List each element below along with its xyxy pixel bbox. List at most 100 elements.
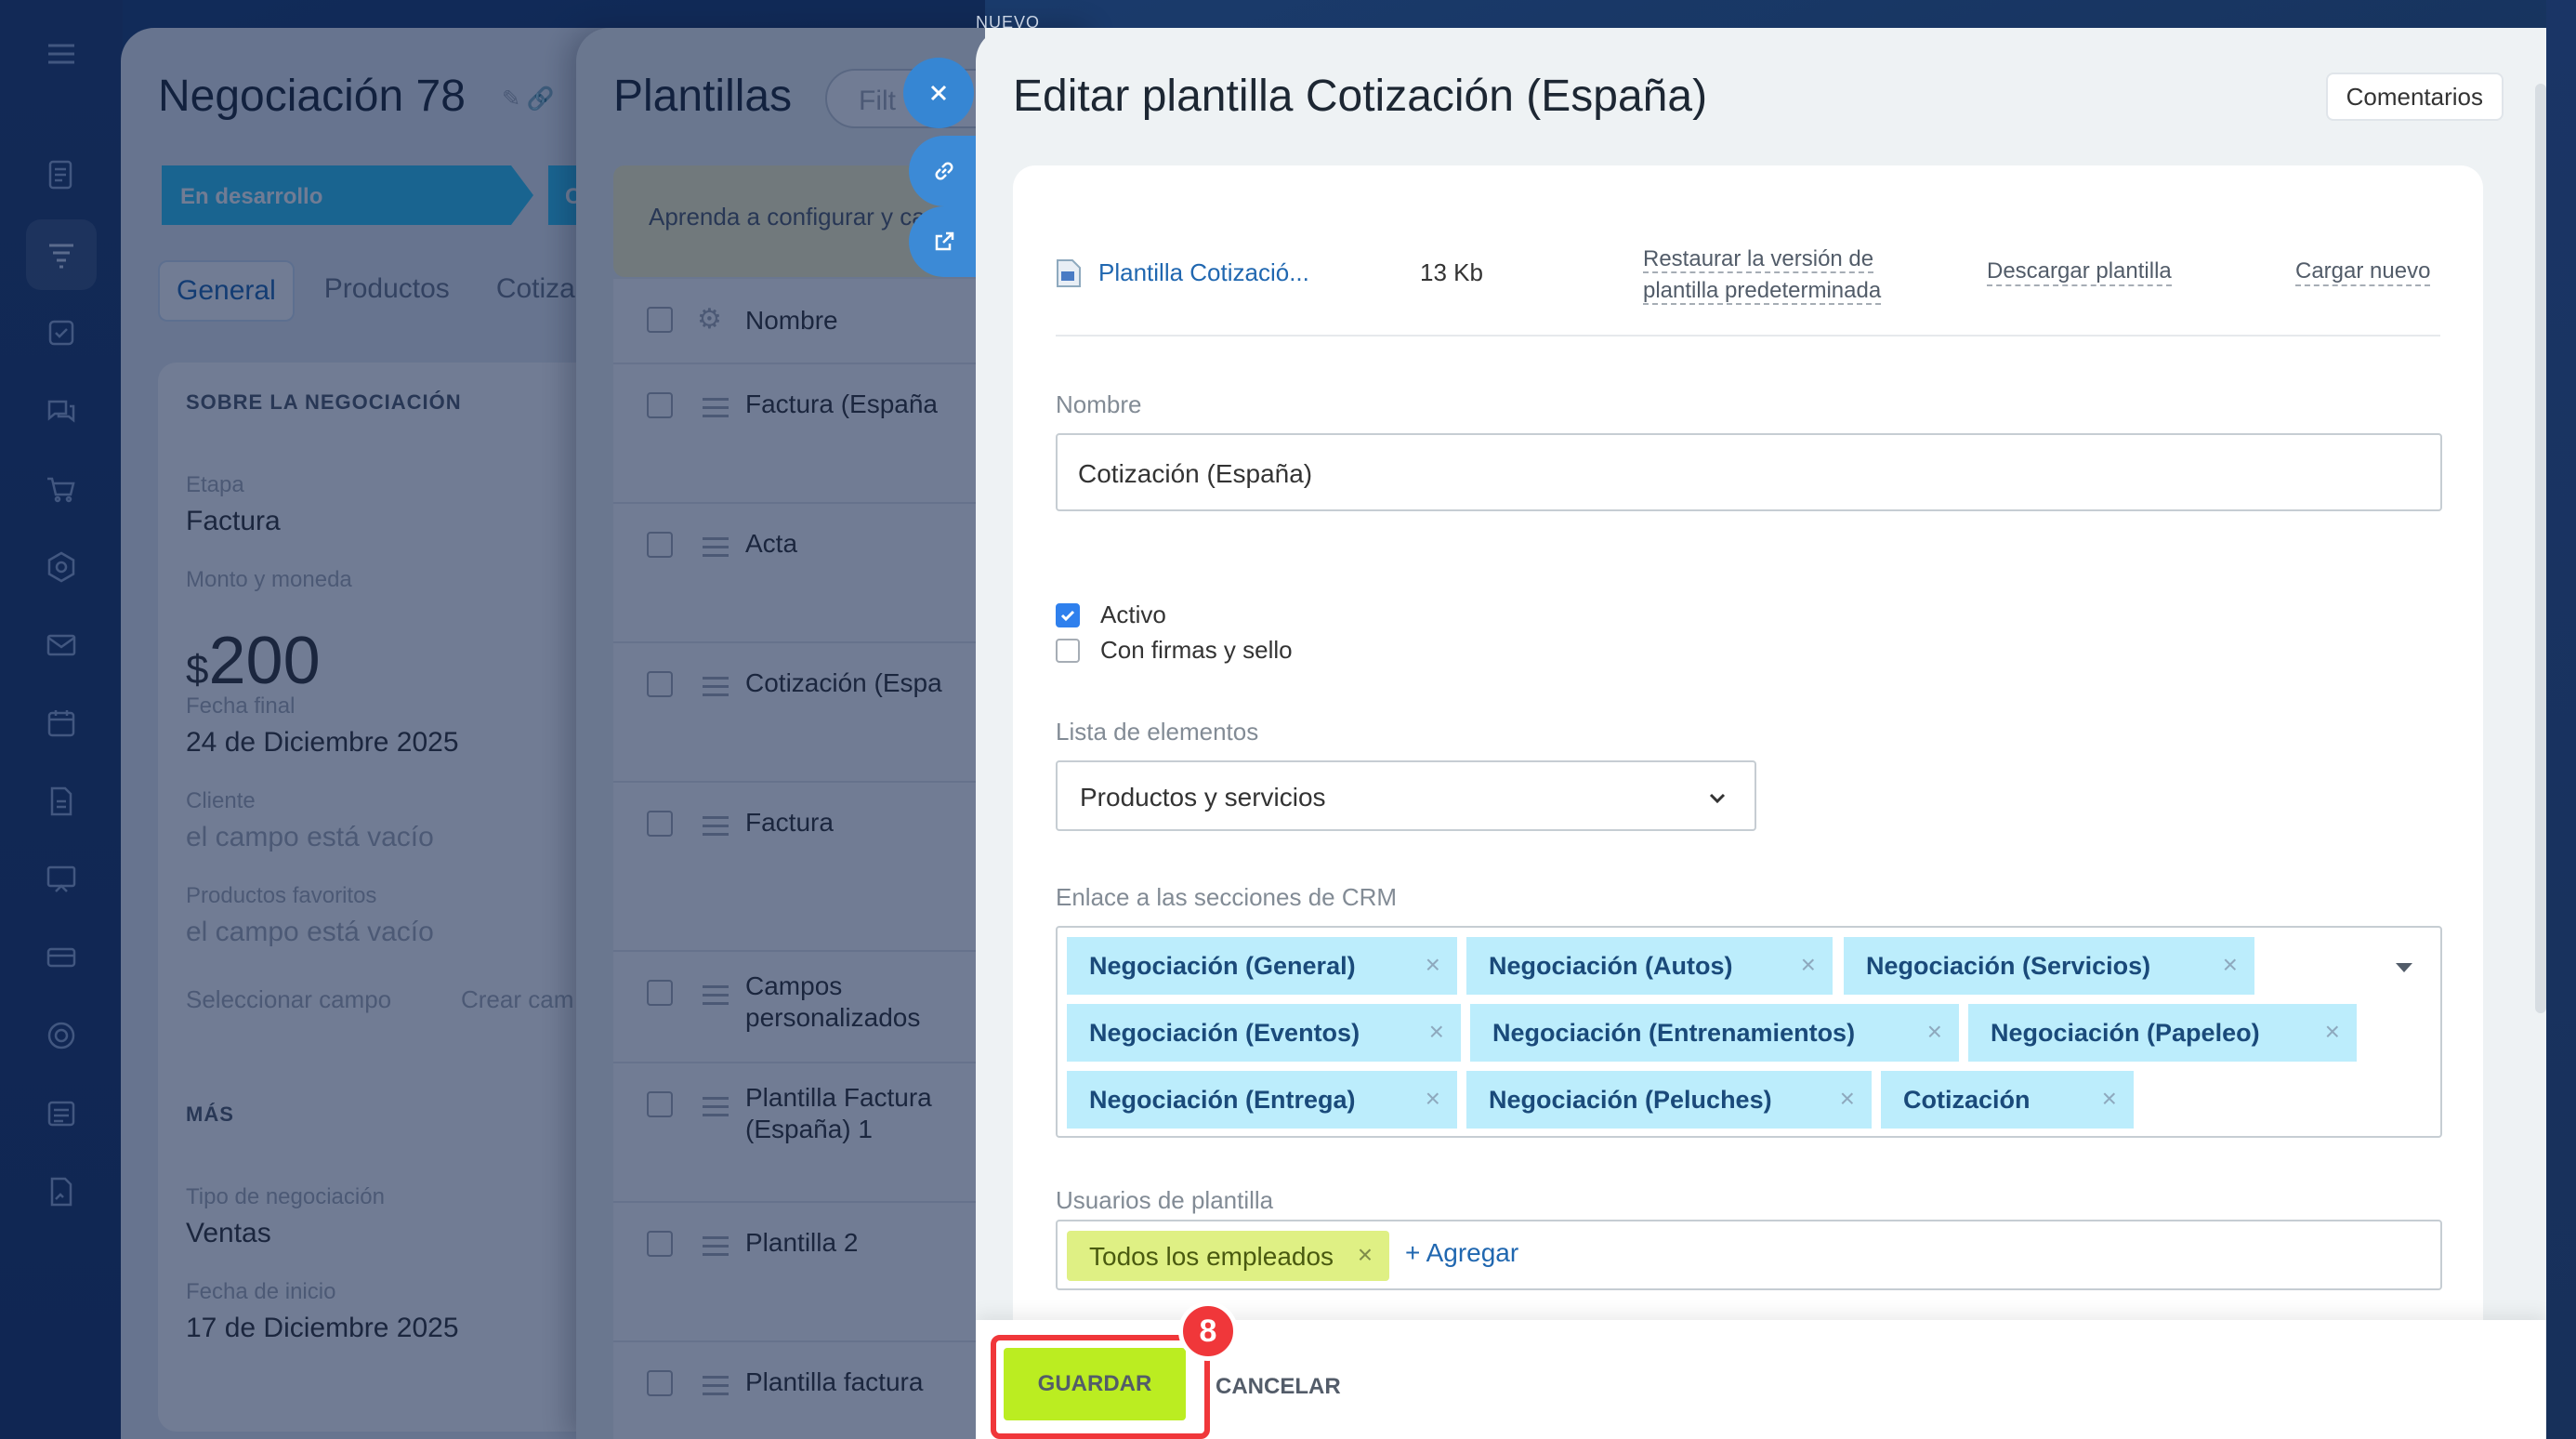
calendar-icon[interactable] [26,688,97,759]
row-name[interactable]: Acta [745,528,797,560]
drag-handle-icon[interactable] [703,985,729,1010]
remove-tag-icon[interactable]: × [1840,1084,1855,1114]
row-name[interactable]: Cotización (Espa [745,667,942,699]
crm-tag[interactable]: Negociación (Eventos) × [1067,1004,1461,1062]
comments-button[interactable]: Comentarios [2325,73,2504,121]
select-field-link[interactable]: Seleccionar campo [186,985,391,1014]
signatures-checkbox[interactable] [1056,638,1080,663]
drag-handle-icon[interactable] [703,398,729,423]
row-name[interactable]: Factura [745,807,834,838]
crm-tag-label: Negociación (Peluches) [1489,1086,1772,1114]
remove-tag-icon[interactable]: × [1801,950,1816,980]
sign-document-icon[interactable] [26,1156,97,1227]
crm-tag[interactable]: Negociación (Servicios) × [1844,937,2254,995]
crm-tag[interactable]: Cotización × [1881,1071,2134,1129]
row-name[interactable]: Factura (España [745,389,938,420]
row-checkbox[interactable] [647,1231,673,1257]
deal-type-value[interactable]: Ventas [186,1218,271,1249]
restore-default-link[interactable]: Restaurar la versión de plantilla predet… [1643,244,1882,307]
hexagon-icon[interactable] [26,532,97,602]
remove-tag-icon[interactable]: × [1358,1240,1373,1270]
card-icon[interactable] [26,922,97,993]
crm-tag[interactable]: Negociación (General) × [1067,937,1457,995]
target-icon[interactable] [26,1000,97,1071]
remove-tag-icon[interactable]: × [2325,1017,2340,1047]
schedule-icon[interactable] [26,1078,97,1149]
feed-icon[interactable] [26,139,97,210]
add-user-link[interactable]: + Agregar [1405,1238,1518,1268]
active-checkbox-row[interactable]: Activo [1056,601,1166,629]
row-checkbox[interactable] [647,532,673,558]
crm-tag[interactable]: Negociación (Peluches) × [1466,1071,1872,1129]
page-title: Editar plantilla Cotización (España) [1013,72,1708,121]
crm-sections-selector[interactable]: Negociación (General) × Negociación (Auto… [1056,926,2442,1138]
client-value[interactable]: el campo está vacío [186,822,434,853]
mail-icon[interactable] [26,610,97,680]
drag-handle-icon[interactable] [703,1376,729,1401]
crm-tag[interactable]: Negociación (Entrenamientos) × [1470,1004,1959,1062]
crm-tag[interactable]: Negociación (Entrega) × [1067,1071,1457,1129]
row-name[interactable]: Campos personalizados [745,970,931,1034]
remove-tag-icon[interactable]: × [1426,950,1440,980]
end-date-value[interactable]: 24 de Diciembre 2025 [186,727,459,759]
tab-products[interactable]: Productos [308,260,467,322]
caret-down-icon[interactable] [2396,963,2412,972]
amount-value[interactable]: $200 [186,623,321,699]
cart-icon[interactable] [26,454,97,524]
template-users-selector[interactable]: Todos los empleados × + Agregar [1056,1220,2442,1290]
document-icon[interactable] [26,766,97,837]
tab-quotes[interactable]: Cotiza [480,260,592,322]
tasks-icon[interactable] [26,297,97,368]
close-slider-button[interactable] [903,58,974,128]
name-input[interactable]: Cotización (España) [1056,433,2442,511]
remove-tag-icon[interactable]: × [2223,950,2238,980]
remove-tag-icon[interactable]: × [1927,1017,1942,1047]
row-checkbox[interactable] [647,1091,673,1117]
scrollbar[interactable] [2535,84,2546,1013]
drag-handle-icon[interactable] [703,816,729,841]
row-name[interactable]: Plantilla factura [745,1366,923,1398]
presentation-icon[interactable] [26,844,97,915]
crm-tag[interactable]: Negociación (Autos) × [1466,937,1833,995]
row-checkbox[interactable] [647,1370,673,1396]
drag-handle-icon[interactable] [703,1097,729,1122]
crm-funnel-icon[interactable] [26,219,97,290]
fav-products-value[interactable]: el campo está vacío [186,917,434,948]
drag-handle-icon[interactable] [703,537,729,562]
copy-link-button[interactable] [909,136,979,206]
row-checkbox[interactable] [647,671,673,697]
active-checkbox[interactable] [1056,602,1080,627]
row-name[interactable]: Plantilla Factura (España) 1 [745,1082,959,1145]
remove-tag-icon[interactable]: × [1426,1084,1440,1114]
gear-icon[interactable]: ⚙ [697,303,722,336]
save-button[interactable]: GUARDAR [1004,1348,1186,1420]
remove-tag-icon[interactable]: × [1429,1017,1444,1047]
row-checkbox[interactable] [647,980,673,1006]
crm-tag[interactable]: Negociación (Papeleo) × [1968,1004,2357,1062]
drag-handle-icon[interactable] [703,1236,729,1261]
row-checkbox[interactable] [647,811,673,837]
user-tag[interactable]: Todos los empleados × [1067,1231,1390,1281]
row-name[interactable]: Plantilla 2 [745,1227,858,1259]
start-date-value[interactable]: 17 de Diciembre 2025 [186,1313,459,1344]
drag-handle-icon[interactable] [703,677,729,702]
menu-icon[interactable] [26,19,97,89]
signatures-checkbox-row[interactable]: Con firmas y sello [1056,636,1293,665]
cancel-button[interactable]: CANCELAR [1216,1374,1341,1400]
upload-new-link[interactable]: Cargar nuevo [2295,258,2431,286]
stage-in-progress[interactable]: En desarrollo [162,165,533,225]
crm-tag-label: Negociación (Entrega) [1089,1086,1356,1114]
template-file-link[interactable]: Plantilla Cotizació... [1098,258,1309,287]
create-field-link[interactable]: Crear cam [461,985,573,1014]
row-checkbox[interactable] [647,392,673,418]
download-template-link[interactable]: Descargar plantilla [1987,258,2172,286]
open-new-window-button[interactable] [909,206,979,277]
chat-icon[interactable] [26,376,97,446]
stage-field-value[interactable]: Factura [186,506,281,537]
tab-general[interactable]: General [158,260,295,322]
edit-icon[interactable]: ✎ 🔗 [502,86,555,112]
remove-tag-icon[interactable]: × [2102,1084,2117,1114]
elements-list-select[interactable]: Productos y servicios [1056,760,1756,831]
column-name-header[interactable]: Nombre [745,305,838,337]
select-all-checkbox[interactable] [647,307,673,333]
